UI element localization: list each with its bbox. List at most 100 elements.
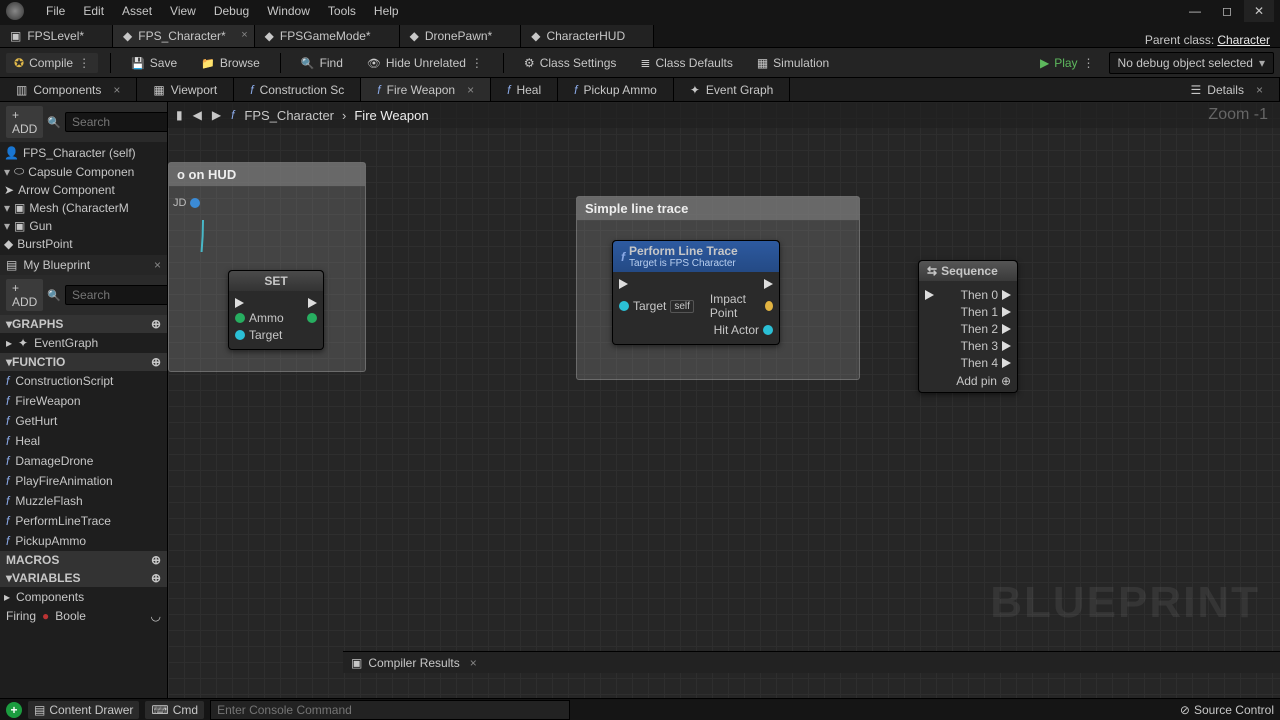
function-item[interactable]: fPerformLineTrace — [0, 511, 167, 531]
subtab-construction[interactable]: fConstruction Sc — [234, 78, 361, 101]
pin[interactable] — [619, 301, 629, 311]
pin[interactable] — [307, 313, 317, 323]
add-icon[interactable]: ⊕ — [151, 355, 161, 369]
node-sequence[interactable]: ⇆Sequence Then 0 Then 1 Then 2 Then 3 Th… — [918, 260, 1018, 393]
comment-title[interactable]: Simple line trace — [577, 197, 859, 221]
menu-file[interactable]: File — [46, 4, 65, 18]
menu-view[interactable]: View — [170, 4, 196, 18]
exec-out-pin[interactable] — [1002, 290, 1011, 300]
browse-button[interactable]: Browse — [193, 53, 268, 73]
node-perform-line-trace[interactable]: f Perform Line TraceTarget is FPS Charac… — [612, 240, 780, 345]
nav-fwd-button[interactable]: ▶ — [212, 108, 221, 122]
close-icon[interactable]: × — [154, 258, 161, 272]
pin[interactable] — [235, 313, 245, 323]
menu-window[interactable]: Window — [267, 4, 310, 18]
eye-icon[interactable]: ◡ — [151, 609, 161, 623]
add-content-button[interactable]: + — [6, 702, 22, 718]
minimize-button[interactable]: — — [1180, 0, 1210, 22]
close-icon[interactable]: × — [113, 83, 120, 97]
section-macros[interactable]: MACROS⊕ — [0, 551, 167, 569]
tab-dronepawn[interactable]: ◆DronePawn* — [400, 25, 522, 47]
save-button[interactable]: Save — [123, 53, 185, 73]
chevron-down-icon[interactable]: ⋮ — [471, 56, 483, 70]
pin[interactable] — [763, 325, 773, 335]
crumb-parent[interactable]: FPS_Character — [244, 108, 334, 123]
menu-debug[interactable]: Debug — [214, 4, 249, 18]
chevron-down-icon[interactable]: ⋮ — [1083, 56, 1095, 70]
node-set[interactable]: SET Ammo Target — [228, 270, 324, 350]
exec-in-pin[interactable] — [925, 290, 934, 300]
components-search-input[interactable] — [65, 112, 168, 132]
tab-fps-character[interactable]: ◆FPS_Character*× — [113, 25, 255, 47]
function-item[interactable]: fPickupAmmo — [0, 531, 167, 551]
subtab-eventgraph[interactable]: ✦Event Graph — [674, 78, 790, 101]
tree-item[interactable]: ▾▣Mesh (CharacterM — [0, 199, 167, 217]
menu-tools[interactable]: Tools — [328, 4, 356, 18]
compiler-results-tab[interactable]: ▣ Compiler Results× — [343, 651, 1280, 673]
play-button[interactable]: ▶Play⋮ — [1032, 53, 1103, 73]
graph-canvas[interactable]: ▮ ◀ ▶ f FPS_Character › Fire Weapon Zoom… — [168, 102, 1280, 698]
tab-characterhud[interactable]: ◆CharacterHUD — [521, 25, 654, 47]
tree-item[interactable]: ▾▣Gun — [0, 217, 167, 235]
close-icon[interactable]: × — [1256, 83, 1263, 97]
menu-edit[interactable]: Edit — [83, 4, 104, 18]
console-input[interactable] — [210, 700, 570, 720]
subtab-viewport[interactable]: ▦Viewport — [137, 78, 234, 101]
section-functions[interactable]: ▾ FUNCTIO⊕ — [0, 353, 167, 371]
section-graphs[interactable]: ▾ GRAPHS⊕ — [0, 315, 167, 333]
function-item[interactable]: fHeal — [0, 431, 167, 451]
tree-item[interactable]: ◆BurstPoint — [0, 235, 167, 253]
function-item[interactable]: fDamageDrone — [0, 451, 167, 471]
chevron-down-icon[interactable]: ⋮ — [78, 56, 90, 70]
content-drawer-button[interactable]: ▤Content Drawer — [28, 701, 139, 719]
nav-back-button[interactable]: ◀ — [193, 108, 202, 122]
subtab-heal[interactable]: fHeal — [491, 78, 558, 101]
myblueprint-search-input[interactable] — [65, 285, 168, 305]
exec-in-pin[interactable] — [235, 298, 244, 308]
source-control-button[interactable]: ⊘Source Control — [1180, 703, 1274, 717]
graph-item[interactable]: ▸✦EventGraph — [0, 333, 167, 353]
tab-fpslevel[interactable]: ▣FPSLevel* — [0, 25, 113, 47]
debug-object-select[interactable]: No debug object selected▾ — [1109, 52, 1274, 74]
components-subsection[interactable]: ▸ Components — [0, 587, 167, 607]
pin[interactable] — [765, 301, 773, 311]
exec-out-pin[interactable] — [1002, 324, 1011, 334]
function-item[interactable]: fMuzzleFlash — [0, 491, 167, 511]
function-item[interactable]: fPlayFireAnimation — [0, 471, 167, 491]
tree-item[interactable]: ▾⬭Capsule Componen — [0, 162, 167, 181]
class-settings-button[interactable]: Class Settings — [516, 53, 624, 73]
bookmark-icon[interactable]: ▮ — [176, 108, 183, 122]
add-button[interactable]: + ADD — [6, 279, 43, 311]
close-button[interactable]: ✕ — [1244, 0, 1274, 22]
tab-fpsgamemode[interactable]: ◆FPSGameMode* — [255, 25, 400, 47]
exec-in-pin[interactable] — [619, 279, 628, 289]
maximize-button[interactable]: ◻ — [1212, 0, 1242, 22]
menu-asset[interactable]: Asset — [122, 4, 152, 18]
hide-unrelated-button[interactable]: Hide Unrelated⋮ — [359, 53, 491, 73]
find-button[interactable]: Find — [293, 53, 351, 73]
add-component-button[interactable]: + ADD — [6, 106, 43, 138]
exec-out-pin[interactable] — [764, 279, 773, 289]
tree-item[interactable]: ➤Arrow Component — [0, 181, 167, 199]
close-icon[interactable]: × — [467, 83, 474, 97]
add-icon[interactable]: ⊕ — [151, 317, 161, 331]
subtab-pickupammo[interactable]: fPickup Ammo — [558, 78, 674, 101]
add-icon[interactable]: ⊕ — [151, 553, 161, 567]
close-icon[interactable]: × — [470, 656, 477, 670]
exec-out-pin[interactable] — [1002, 341, 1011, 351]
add-pin-button[interactable]: Add pin⊕ — [925, 374, 1011, 388]
variable-item[interactable]: Firing ● Boole ◡ — [0, 607, 167, 625]
function-item[interactable]: fConstructionScript — [0, 371, 167, 391]
exec-out-pin[interactable] — [1002, 358, 1011, 368]
subtab-details[interactable]: ☰Details× — [1175, 78, 1280, 101]
parent-class-link[interactable]: Character — [1217, 33, 1270, 47]
menu-help[interactable]: Help — [374, 4, 399, 18]
tree-item[interactable]: 👤FPS_Character (self) — [0, 144, 167, 162]
simulation-button[interactable]: ▦Simulation — [749, 53, 837, 73]
add-icon[interactable]: ⊕ — [151, 571, 161, 585]
pin[interactable] — [235, 330, 245, 340]
section-variables[interactable]: ▾ VARIABLES⊕ — [0, 569, 167, 587]
function-item[interactable]: fFireWeapon — [0, 391, 167, 411]
compile-button[interactable]: ✪Compile⋮ — [6, 53, 98, 73]
function-item[interactable]: fGetHurt — [0, 411, 167, 431]
